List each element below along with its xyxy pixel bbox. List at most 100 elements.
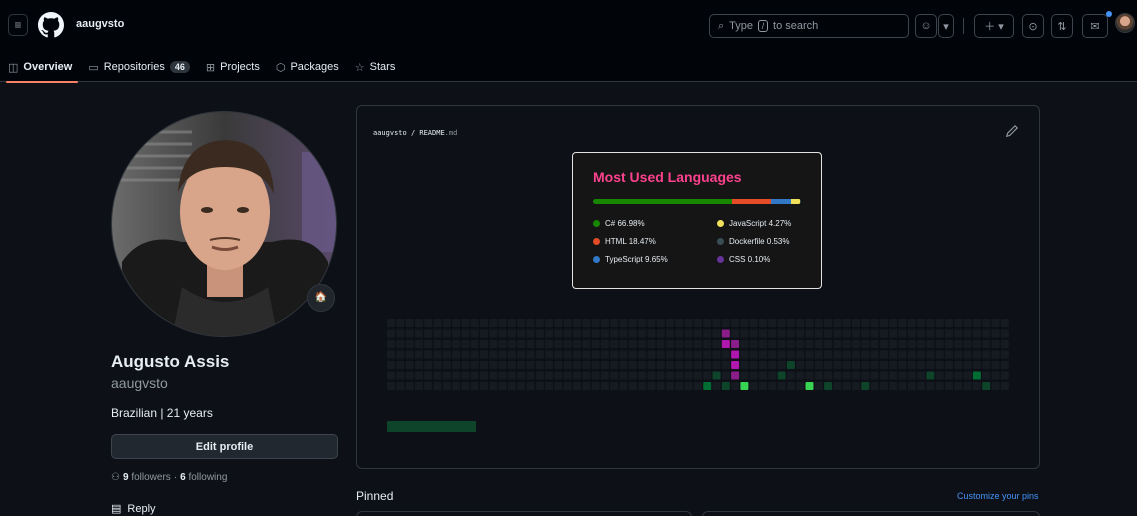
contribution-day[interactable] bbox=[387, 371, 395, 380]
contribution-day[interactable] bbox=[759, 340, 767, 348]
contribution-day[interactable] bbox=[749, 350, 758, 359]
contribution-day[interactable] bbox=[563, 350, 572, 359]
contribution-day[interactable] bbox=[638, 319, 647, 327]
contribution-day[interactable] bbox=[628, 319, 637, 327]
contribution-day[interactable] bbox=[461, 361, 470, 369]
contribution-day[interactable] bbox=[721, 382, 730, 390]
contribution-day[interactable] bbox=[972, 340, 981, 348]
contribution-day[interactable] bbox=[442, 319, 451, 327]
contribution-day[interactable] bbox=[638, 361, 647, 369]
contribution-day[interactable] bbox=[898, 319, 907, 327]
contribution-day[interactable] bbox=[480, 371, 488, 380]
contribution-day[interactable] bbox=[852, 361, 860, 369]
contribution-day[interactable] bbox=[861, 350, 870, 359]
contribution-day[interactable] bbox=[786, 382, 795, 390]
contribution-day[interactable] bbox=[600, 329, 609, 338]
contribution-day[interactable] bbox=[759, 382, 767, 390]
profile-avatar[interactable] bbox=[111, 111, 337, 337]
contribution-day[interactable] bbox=[954, 350, 963, 359]
contribution-day[interactable] bbox=[703, 361, 712, 369]
contribution-day[interactable] bbox=[591, 319, 600, 327]
contribution-day[interactable] bbox=[666, 319, 674, 327]
contribution-day[interactable] bbox=[545, 340, 554, 348]
contribution-day[interactable] bbox=[833, 340, 842, 348]
contribution-day[interactable] bbox=[982, 361, 991, 369]
contribution-day[interactable] bbox=[470, 329, 479, 338]
contribution-day[interactable] bbox=[879, 329, 888, 338]
contribution-day[interactable] bbox=[898, 329, 907, 338]
contribution-day[interactable] bbox=[796, 340, 805, 348]
contribution-day[interactable] bbox=[879, 350, 888, 359]
contribution-day[interactable] bbox=[759, 329, 767, 338]
contribution-day[interactable] bbox=[600, 340, 609, 348]
contribution-day[interactable] bbox=[656, 319, 665, 327]
contribution-day[interactable] bbox=[563, 361, 572, 369]
contribution-day[interactable] bbox=[824, 340, 833, 348]
contribution-day[interactable] bbox=[414, 371, 423, 380]
contribution-day[interactable] bbox=[396, 340, 405, 348]
contribution-day[interactable] bbox=[693, 350, 702, 359]
contribution-day[interactable] bbox=[907, 382, 916, 390]
contribution-day[interactable] bbox=[489, 350, 498, 359]
contribution-day[interactable] bbox=[489, 361, 498, 369]
contribution-day[interactable] bbox=[573, 371, 581, 380]
contribution-day[interactable] bbox=[405, 371, 414, 380]
issues-button[interactable]: ⊙ bbox=[1022, 14, 1044, 38]
contribution-day[interactable] bbox=[935, 382, 944, 390]
contribution-day[interactable] bbox=[768, 329, 777, 338]
contribution-day[interactable] bbox=[833, 319, 842, 327]
contribution-day[interactable] bbox=[535, 382, 544, 390]
contribution-day[interactable] bbox=[414, 350, 423, 359]
contribution-day[interactable] bbox=[666, 329, 674, 338]
contribution-day[interactable] bbox=[452, 340, 461, 348]
contribution-day[interactable] bbox=[433, 382, 442, 390]
contribution-day[interactable] bbox=[424, 329, 433, 338]
contribution-day[interactable] bbox=[768, 361, 777, 369]
contribution-day[interactable] bbox=[796, 319, 805, 327]
contribution-day[interactable] bbox=[768, 340, 777, 348]
contribution-day[interactable] bbox=[573, 361, 581, 369]
contribution-day[interactable] bbox=[786, 361, 795, 369]
contribution-day[interactable] bbox=[749, 340, 758, 348]
contribution-day[interactable] bbox=[433, 361, 442, 369]
contribution-day[interactable] bbox=[879, 371, 888, 380]
tab-projects[interactable]: ⊞ Projects bbox=[198, 52, 268, 82]
contribution-day[interactable] bbox=[387, 329, 395, 338]
contribution-day[interactable] bbox=[554, 319, 563, 327]
contribution-day[interactable] bbox=[656, 371, 665, 380]
contribution-day[interactable] bbox=[963, 329, 972, 338]
contribution-day[interactable] bbox=[461, 371, 470, 380]
contribution-day[interactable] bbox=[759, 361, 767, 369]
contribution-day[interactable] bbox=[554, 340, 563, 348]
pull-requests-button[interactable]: ⇅ bbox=[1051, 14, 1073, 38]
contribution-day[interactable] bbox=[759, 371, 767, 380]
contribution-day[interactable] bbox=[852, 329, 860, 338]
contribution-day[interactable] bbox=[638, 350, 647, 359]
contribution-day[interactable] bbox=[833, 329, 842, 338]
contribution-day[interactable] bbox=[954, 329, 963, 338]
contribution-day[interactable] bbox=[582, 361, 591, 369]
contribution-day[interactable] bbox=[545, 382, 554, 390]
pinned-repo-card[interactable] bbox=[702, 511, 1040, 516]
contribution-day[interactable] bbox=[647, 361, 656, 369]
contribution-day[interactable] bbox=[917, 371, 926, 380]
contribution-day[interactable] bbox=[991, 350, 1000, 359]
contribution-day[interactable] bbox=[731, 340, 740, 348]
contribution-day[interactable] bbox=[517, 340, 526, 348]
contribution-day[interactable] bbox=[405, 361, 414, 369]
contribution-day[interactable] bbox=[545, 329, 554, 338]
contribution-day[interactable] bbox=[675, 361, 684, 369]
copilot-button[interactable]: ☺ bbox=[915, 14, 937, 38]
contribution-day[interactable] bbox=[424, 382, 433, 390]
contribution-day[interactable] bbox=[638, 382, 647, 390]
contribution-day[interactable] bbox=[926, 371, 935, 380]
contribution-day[interactable] bbox=[480, 382, 488, 390]
contribution-day[interactable] bbox=[972, 361, 981, 369]
contribution-day[interactable] bbox=[972, 350, 981, 359]
contribution-day[interactable] bbox=[554, 382, 563, 390]
contribution-day[interactable] bbox=[480, 361, 488, 369]
contribution-day[interactable] bbox=[610, 319, 619, 327]
contribution-day[interactable] bbox=[777, 371, 786, 380]
contribution-day[interactable] bbox=[814, 371, 823, 380]
following-link[interactable]: 6 following bbox=[180, 472, 227, 483]
